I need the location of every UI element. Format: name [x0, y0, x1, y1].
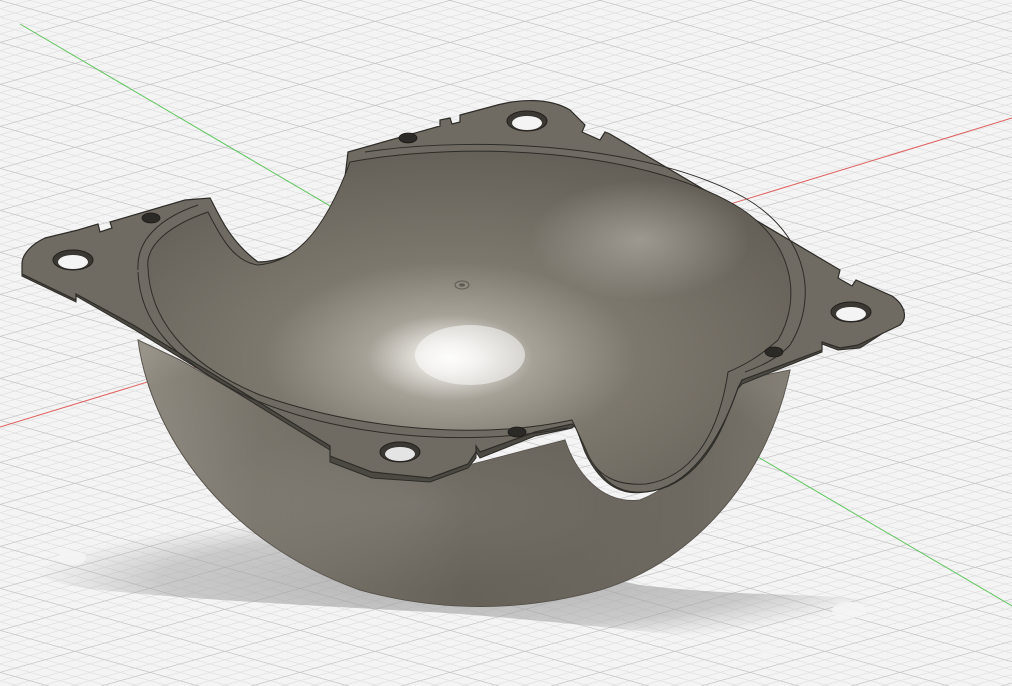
- small-hole-back: [398, 132, 418, 144]
- 3d-viewport[interactable]: [0, 0, 1012, 686]
- small-hole-front: [507, 426, 527, 438]
- viewport-canvas[interactable]: [0, 0, 1012, 686]
- small-hole-right: [764, 346, 784, 358]
- mounting-hole-front: [379, 441, 421, 463]
- mounting-hole-right: [830, 301, 872, 323]
- mounting-hole-front-left: [52, 249, 94, 271]
- mounting-hole-back: [506, 110, 548, 132]
- small-hole-left: [141, 212, 161, 224]
